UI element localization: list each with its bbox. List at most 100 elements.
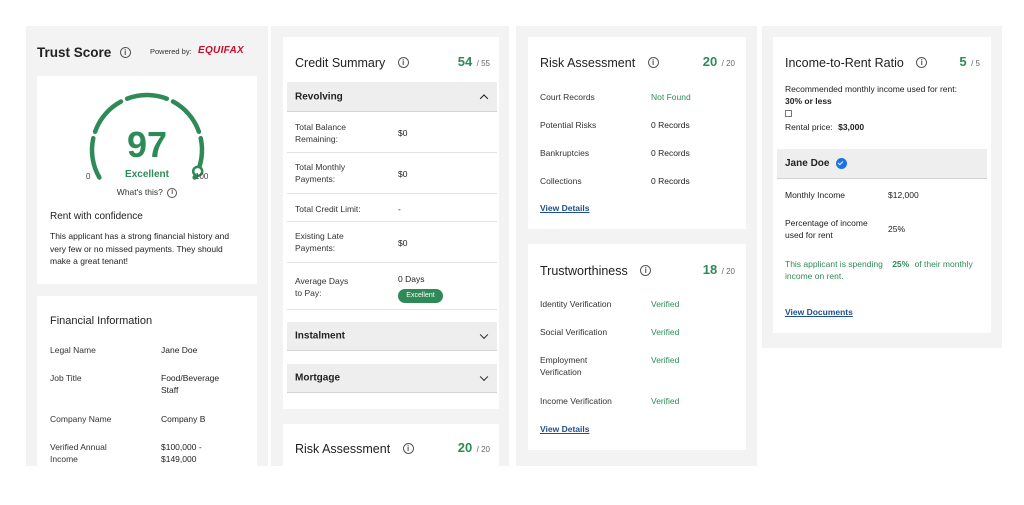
trustworthiness-card: Trustworthiness i 18 / 20 Identity Verif… bbox=[528, 244, 746, 450]
risk-score: 20 bbox=[702, 54, 718, 69]
instalment-accordion-header[interactable]: Instalment bbox=[287, 322, 497, 351]
employment-value: Verified bbox=[651, 355, 680, 365]
trustworthiness-score: 18 bbox=[702, 262, 718, 277]
credit-limit-label: Total Credit Limit: bbox=[295, 204, 361, 214]
info-icon[interactable]: i bbox=[397, 57, 409, 69]
mortgage-title: Mortgage bbox=[295, 372, 340, 384]
bankruptcies-label: Bankruptcies bbox=[540, 148, 590, 158]
monthly-payments-label: Total Monthly Payments: bbox=[295, 162, 346, 184]
chevron-down-icon bbox=[479, 330, 489, 340]
mortgage-accordion-header[interactable]: Mortgage bbox=[287, 364, 497, 393]
risk-partial-title: Risk Assessment bbox=[295, 442, 391, 456]
trust-score-title: Trust Score bbox=[37, 45, 112, 60]
credit-limit-value: - bbox=[398, 204, 401, 214]
info-icon[interactable]: i bbox=[916, 57, 928, 69]
credit-summary-card: Credit Summary i 54 / 55 Revolving Total… bbox=[283, 37, 499, 409]
whats-this-link[interactable]: What's this? i bbox=[37, 187, 257, 198]
balance-label: Total Balance Remaining: bbox=[295, 122, 347, 144]
risk-score-denominator: / 20 bbox=[721, 59, 735, 68]
recommended-value: 30% or less bbox=[785, 96, 832, 106]
employment-label: Employment Verification bbox=[540, 355, 588, 377]
credit-summary-title: Credit Summary bbox=[295, 56, 386, 70]
equifax-logo: EQUIFAX bbox=[198, 45, 244, 56]
info-icon[interactable]: i bbox=[640, 265, 652, 277]
chevron-down-icon bbox=[479, 372, 489, 382]
trust-score-card: 97 Excellent 0 100 What's this? i Rent w… bbox=[37, 76, 257, 284]
spending-prefix: This applicant is spending bbox=[785, 259, 883, 269]
broken-image-icon bbox=[785, 110, 792, 117]
income-verification-value: Verified bbox=[651, 396, 680, 406]
recommended-text: Recommended monthly income used for rent… bbox=[785, 84, 957, 94]
risk-view-details-link[interactable]: View Details bbox=[540, 203, 589, 213]
risk-partial-header: Risk Assessment i 20 / 20 bbox=[295, 440, 490, 456]
view-documents-link[interactable]: View Documents bbox=[785, 307, 853, 317]
potential-risks-label: Potential Risks bbox=[540, 120, 597, 130]
trust-view-details-link[interactable]: View Details bbox=[540, 424, 589, 434]
spending-value: 25% bbox=[892, 259, 910, 269]
legal-name-value: Jane Doe bbox=[161, 345, 198, 355]
spending-note: This applicant is spending 25% of their … bbox=[785, 258, 975, 282]
trust-score-header: Trust Score i Powered by: EQUIFAX bbox=[37, 44, 257, 62]
info-icon[interactable]: i bbox=[402, 443, 414, 455]
info-icon[interactable]: i bbox=[119, 47, 131, 59]
row-divider bbox=[287, 221, 497, 222]
potential-risks-value: 0 Records bbox=[651, 120, 690, 130]
rental-price: Rental price: $3,000 bbox=[785, 121, 864, 133]
annual-income-value: $100,000 - $149,000 bbox=[161, 442, 202, 464]
income-ratio-denominator: / 5 bbox=[971, 59, 980, 68]
collections-value: 0 Records bbox=[651, 176, 690, 186]
risk-header: Risk Assessment i 20 / 20 bbox=[540, 54, 735, 70]
job-title-label: Job Title bbox=[50, 373, 82, 383]
risk-partial-score: 20 bbox=[457, 440, 473, 455]
risk-assessment-card: Risk Assessment i 20 / 20 Court Records … bbox=[528, 37, 746, 229]
avg-days-label: Average Days to Pay: bbox=[295, 276, 349, 298]
trust-score-rating: Excellent bbox=[125, 169, 169, 180]
chevron-up-icon bbox=[479, 93, 489, 103]
court-records-label: Court Records bbox=[540, 92, 595, 102]
income-ratio-card: Income-to-Rent Ratio i 5 / 5 Recommended… bbox=[773, 37, 991, 333]
legal-name-label: Legal Name bbox=[50, 345, 96, 355]
late-payments-value: $0 bbox=[398, 238, 408, 248]
income-ratio-title: Income-to-Rent Ratio bbox=[785, 56, 904, 70]
info-icon: i bbox=[167, 187, 178, 198]
powered-by-label: Powered by: bbox=[150, 47, 192, 56]
risk-title: Risk Assessment bbox=[540, 56, 636, 70]
financial-info-title: Financial Information bbox=[50, 315, 153, 327]
credit-score-value: 54 bbox=[457, 54, 473, 69]
credit-summary-header: Credit Summary i 54 / 55 bbox=[295, 54, 490, 70]
whats-this-label: What's this? bbox=[116, 187, 163, 197]
monthly-income-label: Monthly Income bbox=[785, 190, 845, 200]
confidence-text: This applicant has a strong financial hi… bbox=[50, 231, 230, 266]
verified-badge-icon bbox=[836, 158, 847, 169]
row-divider bbox=[287, 152, 497, 153]
row-divider bbox=[287, 193, 497, 194]
credit-score-denominator: / 55 bbox=[476, 59, 490, 68]
social-value: Verified bbox=[651, 327, 680, 337]
excellent-badge: Excellent bbox=[398, 289, 443, 303]
trust-header: Trustworthiness i 18 / 20 bbox=[540, 262, 735, 278]
identity-label: Identity Verification bbox=[540, 299, 612, 309]
avg-days-value: 0 Days bbox=[398, 274, 425, 284]
info-icon[interactable]: i bbox=[647, 57, 659, 69]
balance-value: $0 bbox=[398, 128, 408, 138]
collections-label: Collections bbox=[540, 176, 582, 186]
income-ratio-header: Income-to-Rent Ratio i 5 / 5 bbox=[785, 54, 980, 70]
company-name-value: Company B bbox=[161, 414, 206, 424]
revolving-accordion-header[interactable]: Revolving bbox=[287, 82, 497, 112]
company-name-label: Company Name bbox=[50, 414, 112, 424]
income-ratio-score: 5 bbox=[959, 54, 967, 69]
pct-income-value: 25% bbox=[888, 224, 906, 234]
risk-assessment-partial-card: Risk Assessment i 20 / 20 bbox=[283, 424, 499, 466]
social-label: Social Verification bbox=[540, 327, 608, 337]
court-records-value: Not Found bbox=[651, 92, 691, 102]
instalment-title: Instalment bbox=[295, 330, 346, 342]
late-payments-label: Existing Late Payments: bbox=[295, 231, 344, 253]
row-divider bbox=[287, 262, 497, 263]
rental-price-value: $3,000 bbox=[838, 122, 865, 132]
rental-price-label: Rental price: bbox=[785, 122, 833, 132]
monthly-payments-value: $0 bbox=[398, 169, 408, 179]
risk-partial-denominator: / 20 bbox=[476, 445, 490, 454]
row-divider bbox=[287, 309, 497, 310]
job-title-value: Food/Beverage Staff bbox=[161, 373, 220, 395]
income-verification-label: Income Verification bbox=[540, 396, 612, 406]
